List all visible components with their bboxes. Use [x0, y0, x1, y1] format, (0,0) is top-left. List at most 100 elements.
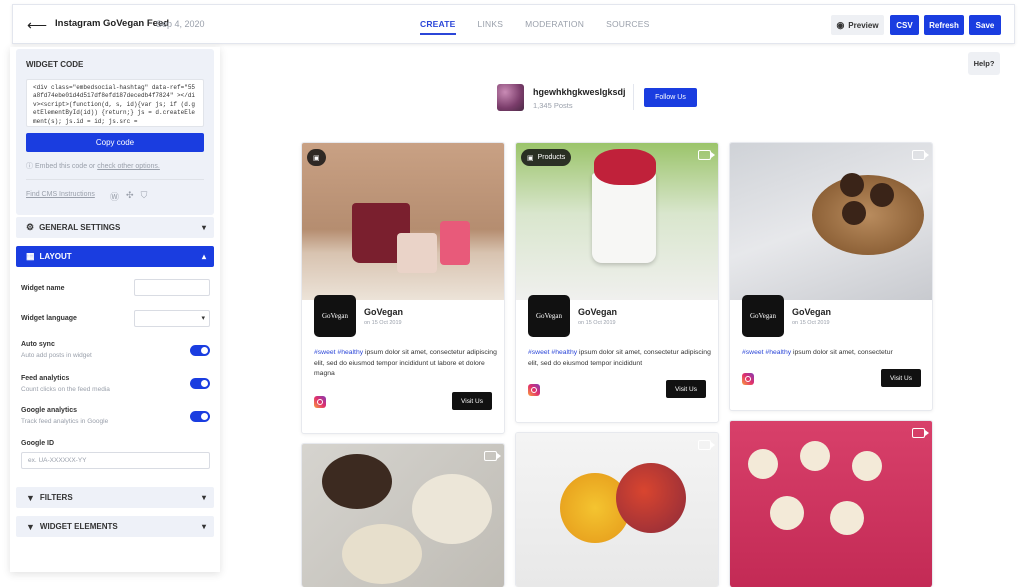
feed-analytics-label: Feed analytics: [21, 375, 70, 382]
chocolate-ball-shape: [870, 183, 894, 207]
google-id-input[interactable]: ex. UA-XXXXXX-YY: [21, 452, 210, 469]
filters-section[interactable]: ▼ FILTERS ▾: [16, 487, 214, 508]
video-camera-icon: [698, 150, 715, 160]
tab-links[interactable]: LINKS: [467, 5, 515, 45]
post-card[interactable]: ▣ GoVegan GoVegan on 15 Oct 2019 #sweet …: [301, 142, 505, 434]
joomla-icon[interactable]: ✣: [126, 190, 134, 203]
help-button[interactable]: Help?: [968, 52, 1000, 75]
csv-button[interactable]: CSV: [890, 15, 919, 35]
auto-sync-sub: Auto add posts in widget: [21, 352, 92, 359]
cms-instructions-link[interactable]: Find CMS Instructions: [26, 191, 95, 198]
chevron-down-icon: ▾: [201, 223, 206, 232]
truffle-shape: [852, 451, 882, 481]
wordpress-icon[interactable]: Ⓦ: [110, 190, 119, 203]
post-card[interactable]: [729, 420, 933, 587]
avatar[interactable]: GoVegan: [528, 295, 570, 337]
post-hashtags[interactable]: #sweet #healthy: [742, 349, 791, 356]
google-analytics-label: Google analytics: [21, 407, 78, 414]
arrow-left-icon[interactable]: ⟵: [27, 17, 47, 34]
post-card[interactable]: [301, 443, 505, 587]
post-image[interactable]: ▣: [302, 143, 504, 300]
video-camera-icon: [484, 451, 501, 461]
divider: [26, 179, 204, 180]
copy-code-button[interactable]: Copy code: [26, 133, 204, 152]
post-text: ipsum dolor sit amet, consectetur: [791, 349, 893, 356]
post-hashtags[interactable]: #sweet #healthy: [314, 349, 363, 356]
visit-us-button[interactable]: Visit Us: [666, 380, 706, 398]
follow-button[interactable]: Follow Us: [644, 88, 697, 107]
chevron-up-icon: ▴: [201, 252, 206, 261]
feed-analytics-sub: Count clicks on the feed media: [21, 386, 110, 393]
bag-shape: [397, 233, 437, 273]
auto-sync-label: Auto sync: [21, 341, 55, 348]
filters-label: FILTERS: [39, 493, 73, 502]
profile-name[interactable]: hgewhkhgkweslgksdj: [533, 87, 626, 97]
truffle-shape: [748, 449, 778, 479]
google-analytics-sub: Track feed analytics in Google: [21, 418, 109, 425]
feed-analytics-toggle[interactable]: [190, 378, 210, 389]
profile-post-count: 1,345 Posts: [533, 101, 573, 110]
truffle-shape: [830, 501, 864, 535]
avatar[interactable]: GoVegan: [742, 295, 784, 337]
visit-us-button[interactable]: Visit Us: [881, 369, 921, 387]
visit-us-button[interactable]: Visit Us: [452, 392, 492, 410]
widget-name-input[interactable]: [134, 279, 210, 296]
video-camera-icon: [912, 428, 929, 438]
preview-button[interactable]: ◉ Preview: [831, 15, 884, 35]
auto-sync-toggle[interactable]: [190, 345, 210, 356]
post-image[interactable]: [516, 433, 718, 587]
raspberries-shape: [594, 149, 656, 185]
cookie-shape: [322, 454, 392, 509]
tab-moderation[interactable]: MODERATION: [514, 5, 595, 45]
post-username[interactable]: GoVegan: [364, 307, 403, 317]
products-badge[interactable]: ▣ Products: [521, 149, 572, 166]
eye-icon: ◉: [836, 19, 845, 30]
post-hashtags[interactable]: #sweet #healthy: [528, 349, 577, 356]
widget-elements-section[interactable]: ▼ WIDGET ELEMENTS ▾: [16, 516, 214, 537]
general-settings-label: GENERAL SETTINGS: [39, 223, 121, 232]
instagram-icon[interactable]: [742, 373, 754, 385]
embed-code-box[interactable]: <div class="embedsocial-hashtag" data-re…: [26, 79, 204, 127]
post-card[interactable]: [515, 432, 719, 587]
chevron-down-icon: ▾: [201, 493, 206, 502]
widget-language-select[interactable]: ▾: [134, 310, 210, 327]
video-camera-icon: [698, 440, 715, 450]
widget-name-label: Widget name: [21, 285, 65, 292]
widget-date: Sep 4, 2020: [156, 19, 205, 29]
tab-sources[interactable]: SOURCES: [595, 5, 660, 45]
post-image[interactable]: [302, 444, 504, 587]
bag-icon: ▣: [527, 154, 534, 162]
post-caption: #sweet #healthy ipsum dolor sit amet, co…: [314, 348, 498, 380]
layout-section[interactable]: ▦ LAYOUT ▴: [16, 246, 214, 267]
google-analytics-toggle[interactable]: [190, 411, 210, 422]
instagram-icon[interactable]: [528, 384, 540, 396]
widget-title: Instagram GoVegan Feed: [55, 18, 170, 29]
divider: [633, 84, 634, 110]
widget-code-panel: WIDGET CODE <div class="embedsocial-hash…: [16, 49, 214, 215]
video-camera-icon: [912, 150, 929, 160]
other-options-link[interactable]: check other options.: [97, 163, 160, 170]
chevron-down-icon: ▾: [201, 522, 206, 531]
general-settings-section[interactable]: ⚙ GENERAL SETTINGS ▾: [16, 217, 214, 238]
shopify-icon[interactable]: ⛉: [141, 190, 148, 203]
post-caption: #sweet #healthy ipsum dolor sit amet, co…: [528, 348, 712, 369]
post-date: on 15 Oct 2019: [578, 320, 616, 326]
post-image[interactable]: [730, 421, 932, 587]
post-card[interactable]: GoVegan GoVegan on 15 Oct 2019 #sweet #h…: [729, 142, 933, 411]
post-username[interactable]: GoVegan: [578, 307, 617, 317]
refresh-button[interactable]: Refresh: [924, 15, 964, 35]
avatar[interactable]: GoVegan: [314, 295, 356, 337]
save-button[interactable]: Save: [969, 15, 1001, 35]
post-date: on 15 Oct 2019: [792, 320, 830, 326]
post-card[interactable]: ▣ Products GoVegan GoVegan on 15 Oct 201…: [515, 142, 719, 423]
post-username[interactable]: GoVegan: [792, 307, 831, 317]
post-image[interactable]: ▣ Products: [516, 143, 718, 300]
bag-icon: ▣: [307, 149, 326, 166]
products-badge-label: Products: [537, 154, 566, 161]
chevron-down-icon: ▾: [201, 315, 205, 322]
profile-avatar[interactable]: [497, 84, 524, 111]
post-image[interactable]: [730, 143, 932, 300]
tab-create[interactable]: CREATE: [409, 5, 467, 45]
cookie-shape: [412, 474, 492, 544]
instagram-icon[interactable]: [314, 396, 326, 408]
